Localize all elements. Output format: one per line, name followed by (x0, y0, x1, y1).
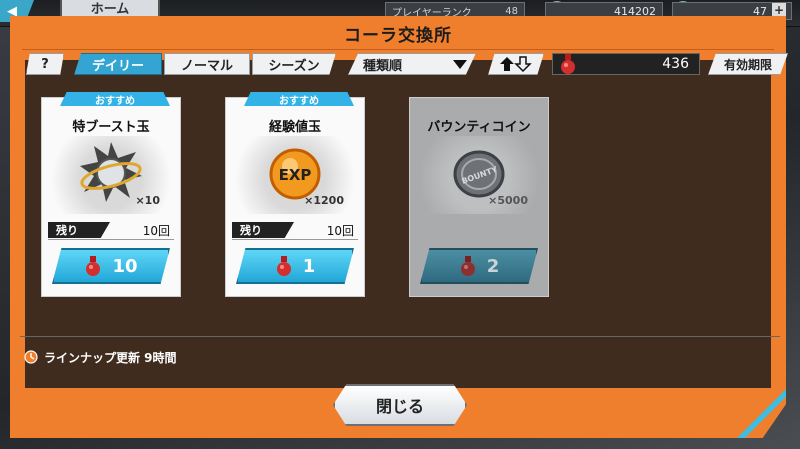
exchange-button-exp-orb[interactable]: 1 (236, 248, 354, 284)
item-quantity: ×1200 (304, 194, 344, 207)
cola-bottle-icon (460, 256, 475, 276)
cola-balance-value: 436 (662, 56, 689, 72)
recommended-badge: おすすめ (60, 92, 170, 106)
item-name: 経験値玉 (268, 120, 321, 135)
add-gems-button[interactable]: + (772, 3, 786, 17)
lineup-update-info: ラインナップ更新 9時間 (24, 348, 177, 366)
sort-order-icon (500, 56, 532, 72)
title-divider (22, 49, 774, 50)
remaining-value: 10回 (326, 223, 354, 238)
cola-bottle-icon (276, 256, 291, 276)
sort-dropdown-label: 種類順 (363, 58, 403, 74)
item-quantity: ×5000 (488, 194, 528, 207)
exchange-button-boost-orb[interactable]: 10 (52, 248, 170, 284)
cola-bottle-icon (86, 256, 101, 276)
price-value: 10 (112, 255, 138, 277)
chevron-down-icon (453, 59, 467, 69)
price-value: 1 (302, 255, 316, 277)
item-quantity: ×10 (135, 194, 160, 207)
cola-balance: 436 (552, 53, 700, 75)
sort-dropdown[interactable]: 種類順 (348, 53, 476, 75)
footer-divider (20, 336, 780, 337)
svg-text:EXP: EXP (279, 166, 312, 184)
item-name: 特ブースト玉 (72, 120, 150, 135)
tab-daily[interactable]: デイリー (74, 53, 162, 75)
refresh-icon (24, 350, 38, 364)
cola-bottle-icon (561, 54, 575, 74)
lineup-update-text: ラインナップ更新 9時間 (44, 350, 177, 365)
exchange-card-exp-orb: おすすめ 経験値玉 EXP ×1200 残り 10回 1 (226, 92, 364, 296)
item-name: バウンティコイン (427, 120, 531, 135)
expiry-button[interactable]: 有効期限 (708, 53, 788, 75)
remaining-divider (48, 239, 174, 240)
player-rank-value: 48 (505, 5, 518, 17)
close-button[interactable]: 閉じる (333, 384, 467, 426)
exchange-card-bounty-coin: バウンティコイン BOUNTY ×5000 2 (410, 98, 548, 296)
tab-normal[interactable]: ノーマル (164, 53, 250, 75)
help-button[interactable]: ? (26, 53, 64, 75)
remaining-row: 残り 10回 (48, 222, 174, 238)
remaining-row: 残り 10回 (232, 222, 358, 238)
tab-season[interactable]: シーズン (252, 53, 336, 75)
exchange-button-bounty-coin[interactable]: 2 (420, 248, 538, 284)
remaining-label: 残り (48, 222, 110, 238)
remaining-divider (232, 239, 358, 240)
price-value: 2 (486, 255, 500, 277)
sort-order-toggle[interactable] (488, 53, 544, 75)
remaining-value: 10回 (142, 223, 170, 238)
modal-title: コーラ交換所 (344, 26, 452, 46)
recommended-badge: おすすめ (244, 92, 354, 106)
exchange-card-boost-orb: おすすめ 特ブースト玉 ×10 残り 10回 10 (42, 92, 180, 296)
modal-title-bar: コーラ交換所 (10, 19, 786, 48)
remaining-label: 残り (232, 222, 294, 238)
